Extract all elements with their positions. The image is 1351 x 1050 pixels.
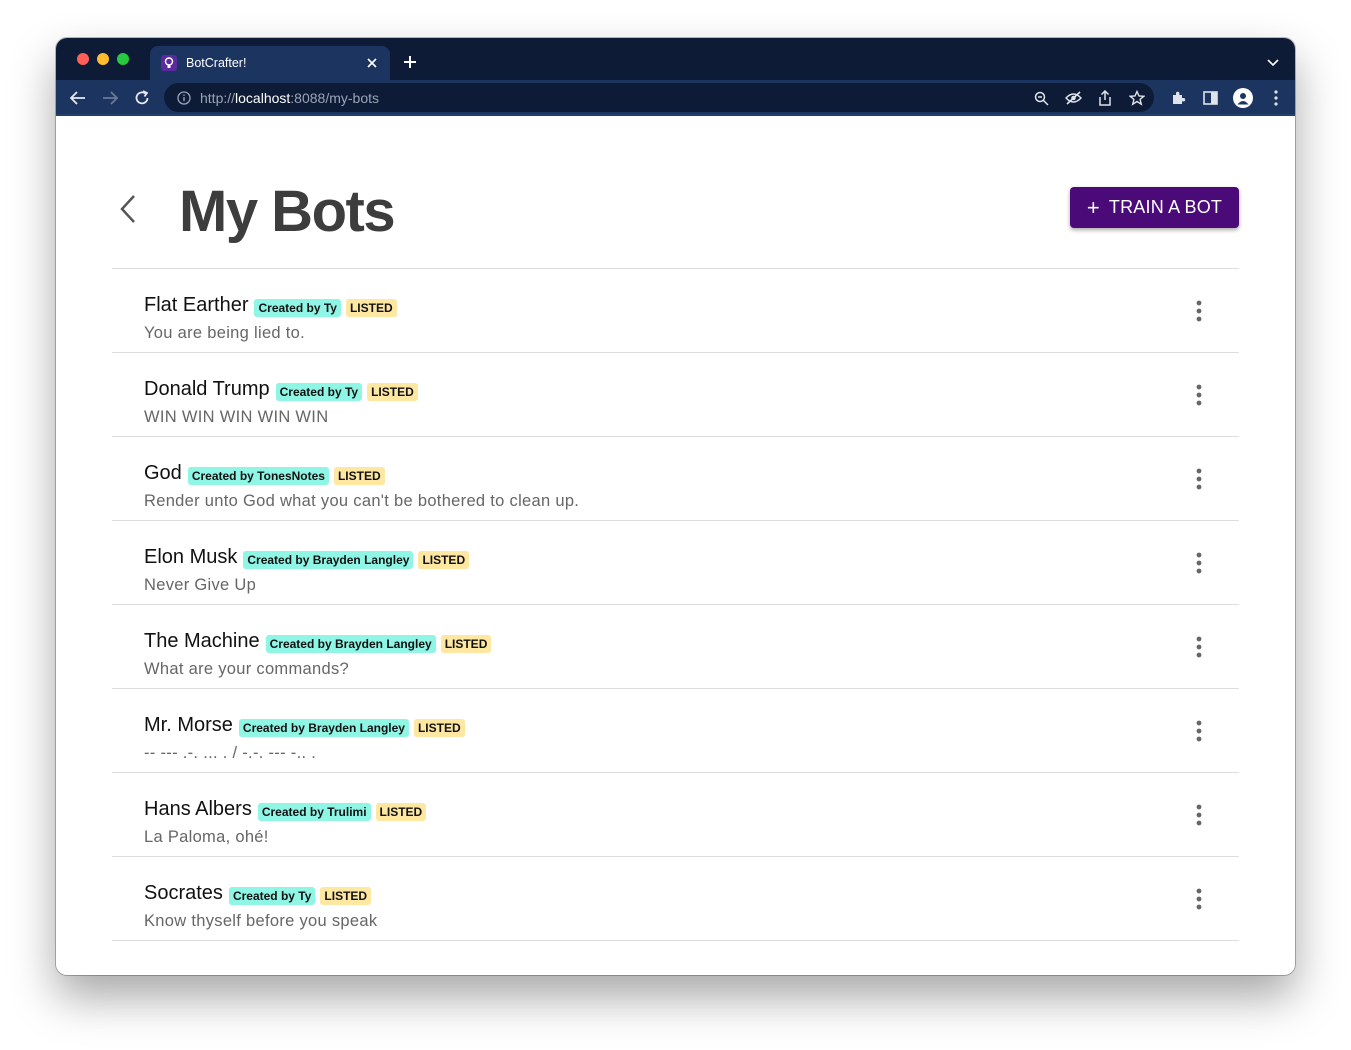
more-options-icon[interactable]: [1189, 383, 1209, 407]
back-chevron-icon[interactable]: [114, 191, 142, 227]
favicon-icon: [161, 55, 177, 71]
more-options-icon[interactable]: [1189, 299, 1209, 323]
more-options-icon[interactable]: [1189, 887, 1209, 911]
creator-badge: Created by Brayden Langley: [238, 718, 409, 737]
creator-badge: Created by Ty: [275, 382, 363, 401]
minimize-window-button[interactable]: [97, 53, 109, 65]
more-options-icon[interactable]: [1189, 635, 1209, 659]
listed-badge: LISTED: [375, 802, 427, 821]
reload-icon[interactable]: [132, 88, 152, 108]
bot-description: Render unto God what you can't be bother…: [144, 492, 580, 510]
listed-badge: LISTED: [333, 466, 385, 485]
browser-tab[interactable]: BotCrafter!: [150, 46, 390, 80]
creator-badge: Created by Trulimi: [257, 802, 371, 821]
tracking-protection-icon[interactable]: [1064, 89, 1082, 107]
new-tab-icon[interactable]: [401, 53, 419, 71]
toolbar-right-icons: [1169, 88, 1285, 108]
train-a-bot-button[interactable]: + TRAIN A BOT: [1070, 187, 1239, 228]
browser-window: BotCrafter! http://localhost:8088/my-bot…: [56, 38, 1295, 975]
bot-name: Donald Trump: [144, 378, 270, 400]
browser-menu-icon[interactable]: [1267, 89, 1285, 107]
bot-list-item[interactable]: Elon Musk Created by Brayden Langley LIS…: [112, 521, 1239, 605]
tab-close-icon[interactable]: [364, 55, 380, 71]
url-host: localhost: [235, 89, 291, 106]
creator-badge: Created by Ty: [228, 886, 316, 905]
tab-title: BotCrafter!: [186, 56, 247, 70]
bot-description: Know thyself before you speak: [144, 912, 378, 930]
address-bar-icons: [1032, 89, 1146, 107]
bot-name: God: [144, 462, 182, 484]
bot-description: -- --- .-. ... . / -.-. --- -.. .: [144, 744, 317, 762]
creator-badge: Created by Brayden Langley: [265, 634, 436, 653]
browser-toolbar: http://localhost:8088/my-bots: [56, 80, 1295, 116]
maximize-window-button[interactable]: [117, 53, 129, 65]
bot-description: What are your commands?: [144, 660, 349, 678]
info-icon[interactable]: [176, 90, 192, 106]
forward-arrow-icon[interactable]: [100, 88, 120, 108]
address-bar[interactable]: http://localhost:8088/my-bots: [164, 83, 1154, 112]
extensions-icon[interactable]: [1169, 89, 1187, 107]
bot-list-item[interactable]: The Machine Created by Brayden Langley L…: [112, 605, 1239, 689]
zoom-icon[interactable]: [1032, 89, 1050, 107]
bot-name: Mr. Morse: [144, 714, 233, 736]
listed-badge: LISTED: [413, 718, 465, 737]
bot-name: The Machine: [144, 630, 260, 652]
listed-badge: LISTED: [345, 298, 397, 317]
window-controls: [77, 53, 129, 65]
creator-badge: Created by TonesNotes: [187, 466, 329, 485]
bot-list: Flat Earther Created by Ty LISTED You ar…: [112, 268, 1239, 941]
more-options-icon[interactable]: [1189, 719, 1209, 743]
bot-list-item[interactable]: Mr. Morse Created by Brayden Langley LIS…: [112, 689, 1239, 773]
bot-list-item[interactable]: Donald Trump Created by Ty LISTED WIN WI…: [112, 353, 1239, 437]
bot-name: Flat Earther: [144, 294, 249, 316]
more-options-icon[interactable]: [1189, 551, 1209, 575]
url-scheme: http://: [200, 89, 236, 106]
share-icon[interactable]: [1096, 89, 1114, 107]
bot-list-item[interactable]: Hans Albers Created by Trulimi LISTED La…: [112, 773, 1239, 857]
bot-description: La Paloma, ohé!: [144, 828, 269, 846]
bot-list-item[interactable]: God Created by TonesNotes LISTED Render …: [112, 437, 1239, 521]
title-bar: BotCrafter!: [56, 38, 1295, 80]
side-panel-icon[interactable]: [1201, 89, 1219, 107]
page-content: My Bots + TRAIN A BOT Flat Earther Creat…: [56, 116, 1295, 975]
bot-description: Never Give Up: [144, 576, 257, 594]
creator-badge: Created by Brayden Langley: [243, 550, 414, 569]
bot-name: Socrates: [144, 882, 223, 904]
bot-description: WIN WIN WIN WIN WIN: [144, 408, 329, 426]
listed-badge: LISTED: [320, 886, 372, 905]
listed-badge: LISTED: [418, 550, 470, 569]
more-options-icon[interactable]: [1189, 467, 1209, 491]
more-options-icon[interactable]: [1189, 803, 1209, 827]
url-path: :8088/my-bots: [290, 89, 380, 106]
bot-list-item[interactable]: Socrates Created by Ty LISTED Know thyse…: [112, 857, 1239, 941]
chevron-down-icon[interactable]: [1265, 55, 1281, 71]
bot-description: You are being lied to.: [144, 324, 306, 342]
close-window-button[interactable]: [77, 53, 89, 65]
profile-avatar-icon[interactable]: [1233, 88, 1253, 108]
listed-badge: LISTED: [367, 382, 418, 401]
bookmark-star-icon[interactable]: [1128, 89, 1146, 107]
bot-list-item[interactable]: Flat Earther Created by Ty LISTED You ar…: [112, 269, 1239, 353]
creator-badge: Created by Ty: [254, 298, 341, 317]
back-arrow-icon[interactable]: [68, 88, 88, 108]
bot-name: Elon Musk: [144, 546, 238, 568]
page-title: My Bots: [179, 179, 396, 244]
bot-name: Hans Albers: [144, 798, 252, 820]
listed-badge: LISTED: [440, 634, 492, 653]
plus-icon: +: [1086, 194, 1100, 220]
train-a-bot-label: TRAIN A BOT: [1108, 197, 1223, 217]
